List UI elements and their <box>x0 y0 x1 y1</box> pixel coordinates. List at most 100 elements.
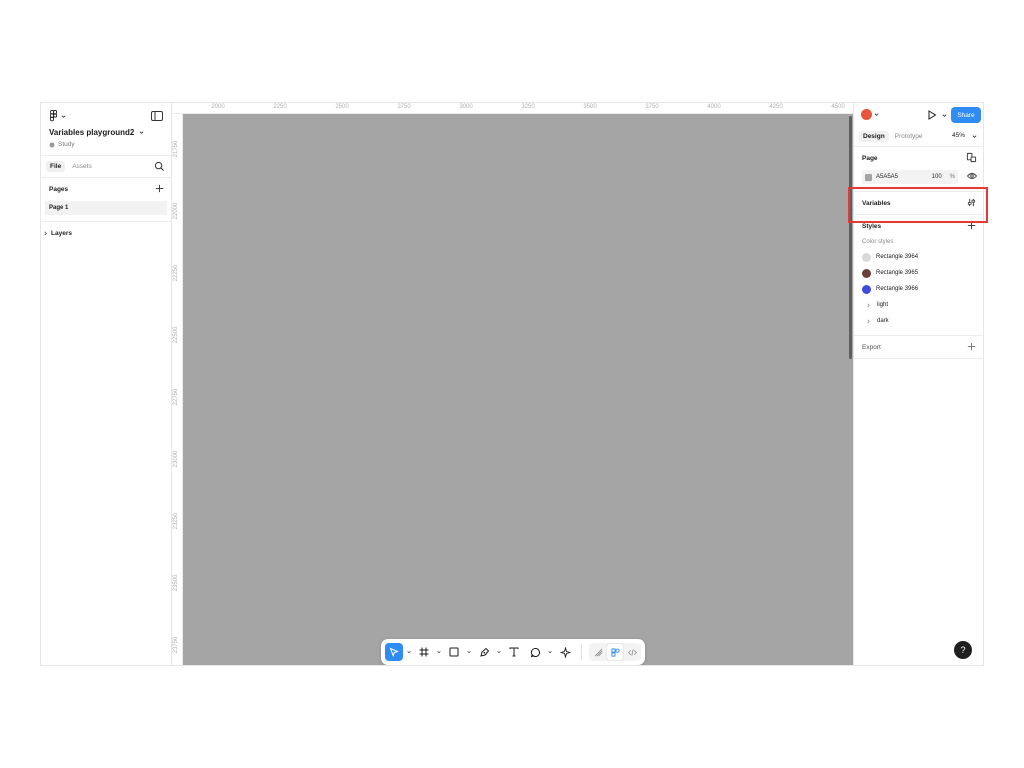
ruler-x-label: 2500 <box>335 104 349 110</box>
shape-tool-menu[interactable] <box>466 643 472 661</box>
team-icon <box>49 142 55 147</box>
move-tool-button[interactable] <box>385 643 403 661</box>
frame-tool-button[interactable] <box>415 643 433 661</box>
chevron-down-icon <box>497 651 501 654</box>
design-mode-icon <box>610 647 620 657</box>
variables-settings-icon[interactable] <box>966 197 977 208</box>
project-name: Study <box>58 141 75 148</box>
page-background-opacity[interactable]: 100 <box>932 174 942 180</box>
move-tool-menu[interactable] <box>406 643 412 661</box>
export-section-header[interactable]: Export <box>854 336 983 358</box>
chevron-down-icon[interactable] <box>972 134 977 139</box>
file-header: Variables playground2 Study <box>41 103 171 156</box>
canvas[interactable] <box>183 114 853 665</box>
avatar[interactable] <box>861 109 872 120</box>
figma-logo-icon <box>50 110 58 122</box>
add-export-icon[interactable] <box>966 341 977 352</box>
page-background-hex[interactable]: A5A5A5 <box>876 174 898 180</box>
styles-section: Styles Color styles Rectangle 3964 Recta… <box>854 215 983 336</box>
layers-header[interactable]: Layers <box>41 222 171 244</box>
page-background-field[interactable]: A5A5A5 100 % <box>862 170 958 184</box>
chevron-down-icon[interactable] <box>942 113 947 118</box>
main-menu-button[interactable] <box>49 110 66 122</box>
toolbar-separator <box>581 644 582 660</box>
actions-tool-button[interactable] <box>556 643 574 661</box>
ruler-x-label: 4250 <box>769 104 783 110</box>
pen-tool-menu[interactable] <box>496 643 502 661</box>
panel-tabs: Design Prototype 45% <box>854 126 983 147</box>
ruler-x-label: 3500 <box>583 104 597 110</box>
text-tool-button[interactable] <box>505 643 523 661</box>
percent-label: % <box>949 174 955 180</box>
style-name: Rectangle 3966 <box>876 286 919 292</box>
tab-assets[interactable]: Assets <box>68 161 96 172</box>
mode-switcher <box>589 643 641 661</box>
style-swatch <box>862 268 871 278</box>
chevron-down-icon <box>61 114 66 118</box>
page-background-swatch[interactable] <box>865 173 872 181</box>
file-name-button[interactable]: Variables playground2 <box>49 128 144 137</box>
draw-icon <box>594 648 602 656</box>
ruler-x-label: 4000 <box>707 104 721 110</box>
zoom-level[interactable]: 45% <box>952 132 965 139</box>
style-item-rectangle-3966[interactable]: Rectangle 3966 <box>854 281 983 297</box>
page-item-page-1[interactable]: Page 1 <box>45 201 167 215</box>
frame-icon <box>419 647 429 657</box>
ruler-x-label: 4500 <box>831 104 845 110</box>
style-item-rectangle-3964[interactable]: Rectangle 3964 <box>854 249 983 265</box>
file-name: Variables playground2 <box>49 128 135 137</box>
cursor-icon <box>389 647 399 657</box>
shape-tool-button[interactable] <box>445 643 463 661</box>
design-mode-button[interactable] <box>607 644 623 660</box>
help-button[interactable]: ? <box>954 641 972 659</box>
share-button[interactable]: Share <box>951 107 981 123</box>
style-group-light[interactable]: light <box>854 297 983 313</box>
search-icon[interactable] <box>154 161 165 172</box>
chevron-right-icon <box>44 231 47 235</box>
sidebar-toggle-icon[interactable] <box>151 111 163 121</box>
export-section-title: Export <box>862 343 881 351</box>
add-page-icon[interactable] <box>154 183 165 194</box>
tab-prototype[interactable]: Prototype <box>891 131 927 142</box>
present-icon[interactable] <box>927 110 937 120</box>
page-section: Page A5A5A5 100 % <box>854 147 983 192</box>
chevron-right-icon <box>867 319 870 323</box>
variables-section-title: Variables <box>862 199 891 207</box>
chevron-down-icon <box>548 651 552 654</box>
project-link[interactable]: Study <box>49 141 75 148</box>
left-tabs: File Assets <box>41 156 171 178</box>
comment-tool-button[interactable] <box>526 643 544 661</box>
layers-title: Layers <box>51 229 72 237</box>
chevron-down-icon[interactable] <box>874 112 879 117</box>
variables-section: Variables <box>854 192 983 215</box>
eye-icon[interactable] <box>967 172 977 180</box>
ruler-y-label: 22500 <box>173 326 179 344</box>
page-background-row: A5A5A5 100 % <box>862 169 979 185</box>
page-settings-icon[interactable] <box>966 152 977 163</box>
ruler-y-label: 23750 <box>173 636 179 654</box>
chevron-right-icon <box>867 303 870 307</box>
style-group-dark[interactable]: dark <box>854 313 983 329</box>
draw-mode-button[interactable] <box>590 644 606 660</box>
comment-icon <box>530 647 540 657</box>
dev-mode-button[interactable] <box>624 644 640 660</box>
ruler-x-label: 3250 <box>521 104 535 110</box>
style-group-name: dark <box>877 318 889 324</box>
frame-tool-menu[interactable] <box>436 643 442 661</box>
text-icon <box>509 647 519 657</box>
style-swatch <box>862 252 871 262</box>
add-style-icon[interactable] <box>966 220 977 231</box>
tab-file[interactable]: File <box>46 161 66 172</box>
variables-section-header[interactable]: Variables <box>854 192 983 214</box>
pen-tool-button[interactable] <box>475 643 493 661</box>
ruler-y-label: 21750 <box>173 140 179 158</box>
chevron-down-icon <box>437 651 441 654</box>
ruler-y-label: 23500 <box>173 574 179 592</box>
comment-tool-menu[interactable] <box>547 643 553 661</box>
ruler-x-label: 3750 <box>645 104 659 110</box>
page-section-header: Page <box>854 147 983 169</box>
vertical-scrollbar[interactable] <box>849 116 852 359</box>
style-item-rectangle-3965[interactable]: Rectangle 3965 <box>854 265 983 281</box>
sparkle-icon <box>559 646 571 658</box>
tab-design[interactable]: Design <box>859 130 889 142</box>
